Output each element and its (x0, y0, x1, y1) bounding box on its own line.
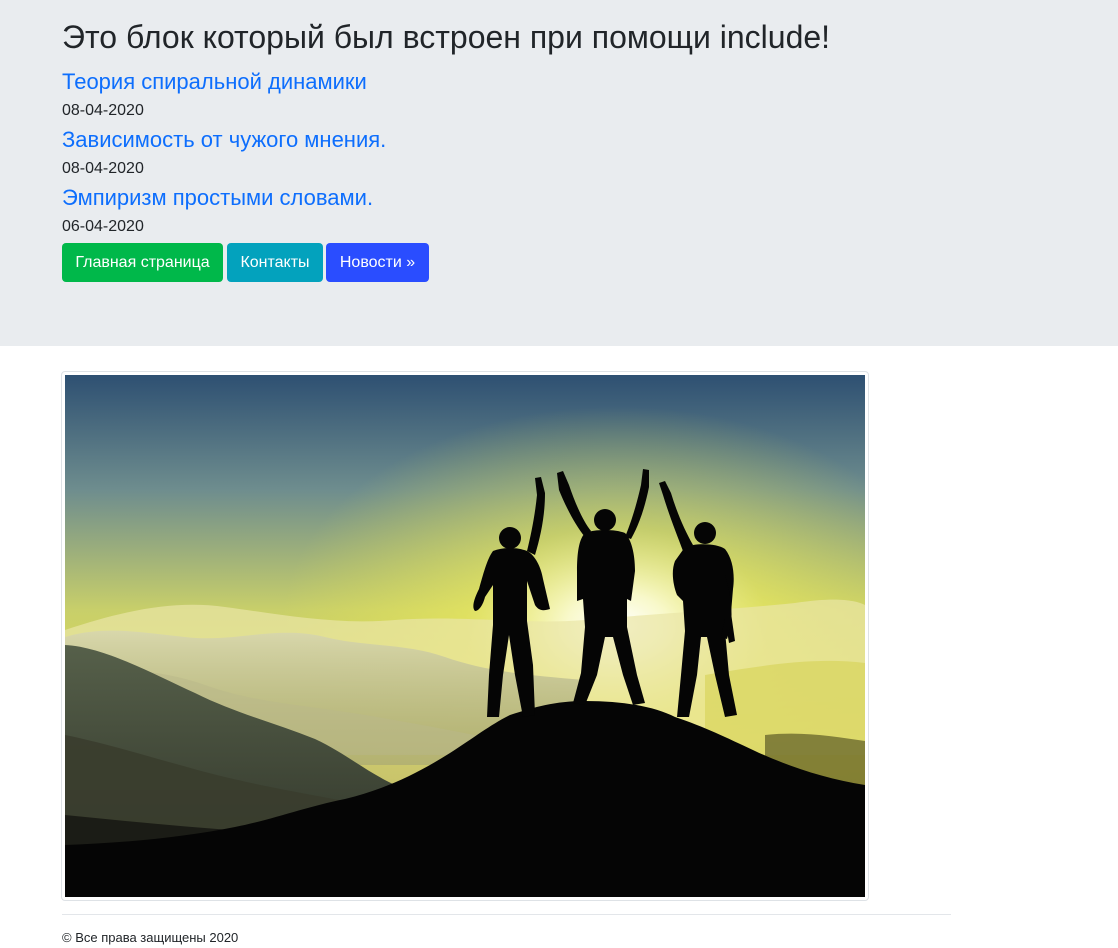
mountain-summit-photo (65, 375, 865, 897)
contacts-button[interactable]: Контакты (227, 243, 323, 282)
copyright-text: © Все права защищены 2020 (62, 930, 239, 945)
image-thumbnail (61, 371, 869, 901)
jumbotron: Это блок который был встроен при помощи … (0, 0, 1118, 346)
page-title: Это блок который был встроен при помощи … (62, 19, 831, 55)
news-button[interactable]: Новости » (326, 243, 429, 282)
article-date: 06-04-2020 (62, 218, 144, 235)
article-link[interactable]: Эмпиризм простыми словами. (62, 184, 373, 212)
footer-divider (62, 914, 951, 915)
article-date: 08-04-2020 (62, 102, 144, 119)
home-page-button[interactable]: Главная страница (62, 243, 223, 282)
article-link[interactable]: Теория спиральной динамики (62, 68, 367, 96)
article-date: 08-04-2020 (62, 160, 144, 177)
article-link[interactable]: Зависимость от чужого мнения. (62, 126, 386, 154)
